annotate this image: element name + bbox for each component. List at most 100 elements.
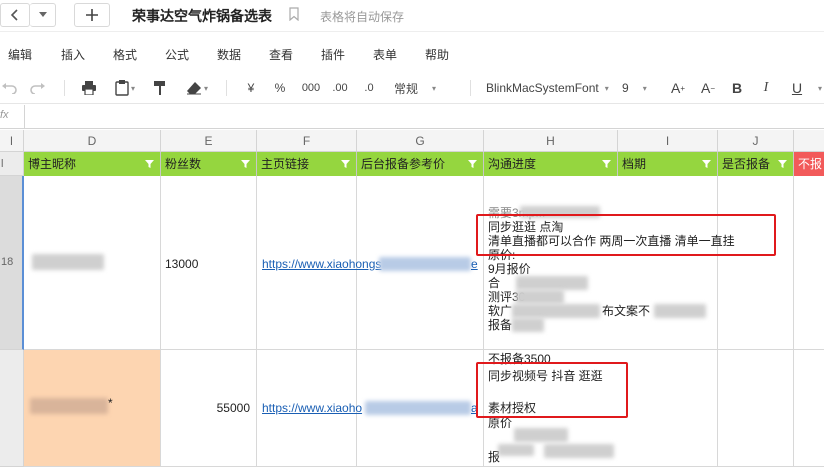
cell-nickname[interactable]: * — [24, 350, 161, 467]
row-number[interactable]: l — [0, 152, 24, 176]
header-nickname[interactable]: 博主昵称 — [24, 152, 161, 176]
filter-icon[interactable] — [702, 160, 711, 168]
annotation-box — [476, 214, 776, 256]
clipboard-icon — [115, 80, 129, 96]
bold-button[interactable]: B — [730, 78, 744, 98]
font-increase-button[interactable]: A + — [668, 78, 688, 98]
header-fans[interactable]: 粉丝数 — [161, 152, 257, 176]
clear-format-button[interactable]: ▾ — [180, 78, 214, 98]
undo-icon — [2, 83, 17, 94]
bookmark-icon[interactable] — [288, 7, 300, 21]
decimal-increase-button[interactable]: .00 — [330, 78, 350, 98]
filter-icon[interactable] — [602, 160, 611, 168]
cell-reference-price[interactable]: a — [357, 350, 484, 467]
underline-button[interactable]: U — [790, 78, 804, 98]
cell-reference-price[interactable]: e — [357, 176, 484, 350]
doc-title[interactable]: 荣事达空气炸锅备选表 — [132, 6, 272, 26]
menu-form[interactable]: 表单 — [373, 46, 397, 63]
font-size-select[interactable]: 9 ▾ — [622, 78, 658, 98]
redacted-text — [30, 398, 108, 414]
history-dropdown-button[interactable] — [30, 3, 56, 27]
filter-icon[interactable] — [468, 160, 477, 168]
font-decrease-button[interactable]: A − — [698, 78, 718, 98]
undo-button[interactable] — [0, 78, 18, 98]
header-schedule[interactable]: 档期 — [618, 152, 718, 176]
column-header-d[interactable]: D — [24, 130, 161, 152]
column-header-i[interactable]: I — [618, 130, 718, 152]
cell-not-reported[interactable] — [794, 350, 824, 467]
cell-reported[interactable] — [718, 350, 794, 467]
header-reported[interactable]: 是否报备 — [718, 152, 794, 176]
more-toolbar-button[interactable]: ▾ — [814, 78, 824, 98]
redacted-text — [516, 276, 588, 290]
font-family-select[interactable]: BlinkMacSystemFont ▾ — [486, 78, 610, 98]
format-painter-button[interactable] — [150, 78, 170, 98]
redacted-text — [512, 304, 600, 318]
toolbar-divider — [64, 80, 65, 96]
header-progress-label: 沟通进度 — [488, 157, 537, 171]
font-size-value: 9 — [622, 81, 629, 95]
number-format-select[interactable]: 常规 ▾ — [394, 78, 450, 98]
redo-icon — [30, 83, 45, 94]
redacted-text — [514, 428, 568, 442]
header-homepage-label: 主页链接 — [261, 157, 310, 171]
cell-homepage-link[interactable]: https://www.xiaoho — [257, 350, 362, 467]
column-header-f[interactable]: F — [257, 130, 357, 152]
fans-value: 55000 — [216, 401, 250, 415]
filter-icon[interactable] — [145, 160, 154, 168]
new-button[interactable] — [74, 3, 110, 27]
column-header-g[interactable]: G — [357, 130, 484, 152]
cell-nickname[interactable] — [24, 176, 161, 350]
column-header-h[interactable]: H — [484, 130, 618, 152]
header-progress[interactable]: 沟通进度 — [484, 152, 618, 176]
cell-schedule[interactable] — [618, 176, 718, 350]
column-header-k[interactable] — [794, 130, 824, 152]
decimal-decrease-button[interactable]: .0 — [362, 78, 376, 98]
cell-not-reported[interactable] — [794, 176, 824, 350]
menu-formula[interactable]: 公式 — [165, 46, 189, 63]
column-header-j[interactable]: J — [718, 130, 794, 152]
select-all-corner[interactable]: l — [0, 130, 24, 152]
menu-view[interactable]: 查看 — [269, 46, 293, 63]
column-header-e[interactable]: E — [161, 130, 257, 152]
paint-brush-icon — [154, 81, 165, 95]
progress-line: 布文案不 — [602, 304, 651, 318]
progress-line: 软广 — [488, 304, 513, 318]
header-homepage-link[interactable]: 主页链接 — [257, 152, 357, 176]
menu-insert[interactable]: 插入 — [61, 46, 85, 63]
formula-input[interactable] — [28, 105, 824, 129]
menu-data[interactable]: 数据 — [217, 46, 241, 63]
percent-format-button[interactable]: % — [272, 78, 288, 98]
cell-fans[interactable]: 55000 — [161, 350, 257, 467]
cell-progress[interactable]: 需要3mp... 同步逛逛 点淘 清单直播都可以合作 两周一次直播 清单一直挂 … — [484, 176, 735, 350]
cell-fans[interactable]: 13000 — [161, 176, 257, 350]
cell-homepage-link[interactable]: https://www.xiaohongs — [257, 176, 381, 350]
header-reference-price[interactable]: 后台报备参考价 — [357, 152, 484, 176]
homepage-link[interactable]: https://www.xiaoho — [262, 401, 362, 415]
cell-reported[interactable] — [718, 176, 794, 350]
menu-help[interactable]: 帮助 — [425, 46, 449, 63]
filter-icon[interactable] — [341, 160, 350, 168]
italic-button[interactable]: I — [760, 78, 772, 98]
row-number[interactable] — [0, 350, 24, 467]
menu-format[interactable]: 格式 — [113, 46, 137, 63]
fx-label: fx — [0, 109, 9, 121]
paste-button[interactable]: ▾ — [108, 78, 142, 98]
menu-plugins[interactable]: 插件 — [321, 46, 345, 63]
redo-button[interactable] — [28, 78, 48, 98]
currency-format-button[interactable]: ¥ — [244, 78, 258, 98]
header-not-reported[interactable]: 不报 — [794, 152, 824, 176]
thousands-format-button[interactable]: 000 — [300, 78, 322, 98]
header-reference-price-label: 后台报备参考价 — [361, 157, 446, 171]
filter-icon[interactable] — [778, 160, 787, 168]
row-number[interactable]: 18 — [0, 176, 24, 350]
cell-schedule[interactable] — [618, 350, 718, 467]
homepage-link-end[interactable]: e — [471, 257, 478, 271]
title-bar: 荣事达空气炸锅备选表 表格将自动保存 — [0, 0, 824, 32]
menu-edit[interactable]: 编辑 — [8, 46, 32, 63]
filter-icon[interactable] — [241, 160, 250, 168]
toolbar-divider — [470, 80, 471, 96]
header-reported-label: 是否报备 — [722, 157, 771, 171]
back-button[interactable] — [0, 3, 30, 27]
print-button[interactable] — [78, 78, 100, 98]
